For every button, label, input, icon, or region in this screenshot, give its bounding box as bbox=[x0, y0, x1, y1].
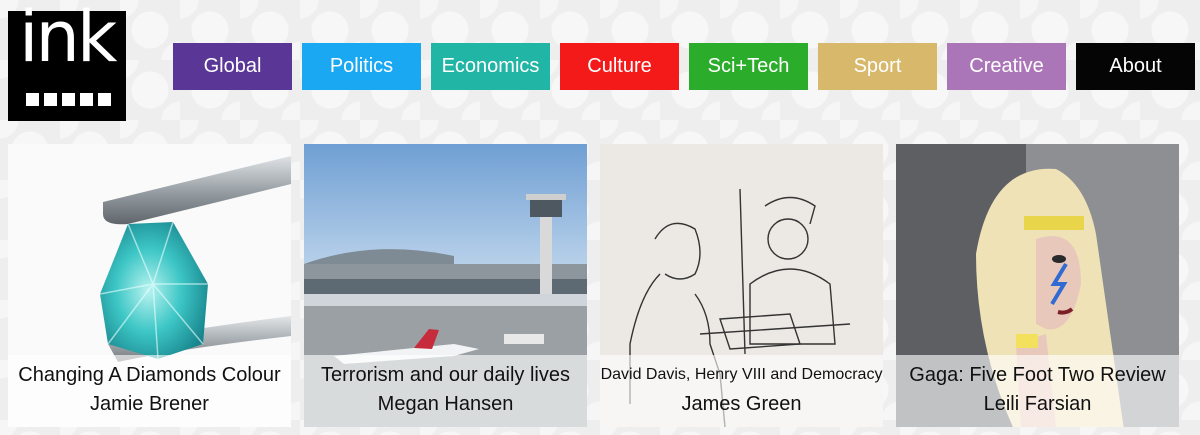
article-caption: Gaga: Five Foot Two Review Leili Farsian bbox=[896, 355, 1179, 427]
nav-about[interactable]: About bbox=[1076, 43, 1195, 90]
article-card[interactable]: Changing A Diamonds Colour Jamie Brener bbox=[8, 144, 291, 427]
nav-economics[interactable]: Economics bbox=[431, 43, 550, 90]
article-title[interactable]: Changing A Diamonds Colour bbox=[8, 361, 291, 389]
article-title[interactable]: David Davis, Henry VIII and Democracy bbox=[600, 361, 883, 389]
article-caption: Changing A Diamonds Colour Jamie Brener bbox=[8, 355, 291, 427]
article-title[interactable]: Gaga: Five Foot Two Review bbox=[896, 361, 1179, 389]
article-card[interactable]: David Davis, Henry VIII and Democracy Ja… bbox=[600, 144, 883, 427]
article-grid: Changing A Diamonds Colour Jamie Brener bbox=[8, 144, 1179, 427]
article-card[interactable]: Terrorism and our daily lives Megan Hans… bbox=[304, 144, 587, 427]
article-caption: David Davis, Henry VIII and Democracy Ja… bbox=[600, 355, 883, 427]
nav-politics[interactable]: Politics bbox=[302, 43, 421, 90]
article-card[interactable]: Gaga: Five Foot Two Review Leili Farsian bbox=[896, 144, 1179, 427]
nav-culture[interactable]: Culture bbox=[560, 43, 679, 90]
nav-sport[interactable]: Sport bbox=[818, 43, 937, 90]
main-nav: Global Politics Economics Culture Sci+Te… bbox=[173, 43, 1195, 90]
article-author: Leili Farsian bbox=[983, 393, 1092, 415]
article-author: Jamie Brener bbox=[90, 393, 209, 415]
ink-logo[interactable]: ink bbox=[8, 2, 126, 121]
nav-scitech[interactable]: Sci+Tech bbox=[689, 43, 808, 90]
logo-dots bbox=[26, 93, 111, 106]
nav-creative[interactable]: Creative bbox=[947, 43, 1066, 90]
article-caption: Terrorism and our daily lives Megan Hans… bbox=[304, 355, 587, 427]
article-author: James Green bbox=[681, 393, 802, 415]
article-title[interactable]: Terrorism and our daily lives bbox=[304, 361, 587, 389]
article-author: Megan Hansen bbox=[377, 393, 514, 415]
logo-text: ink bbox=[19, 0, 117, 78]
nav-global[interactable]: Global bbox=[173, 43, 292, 90]
